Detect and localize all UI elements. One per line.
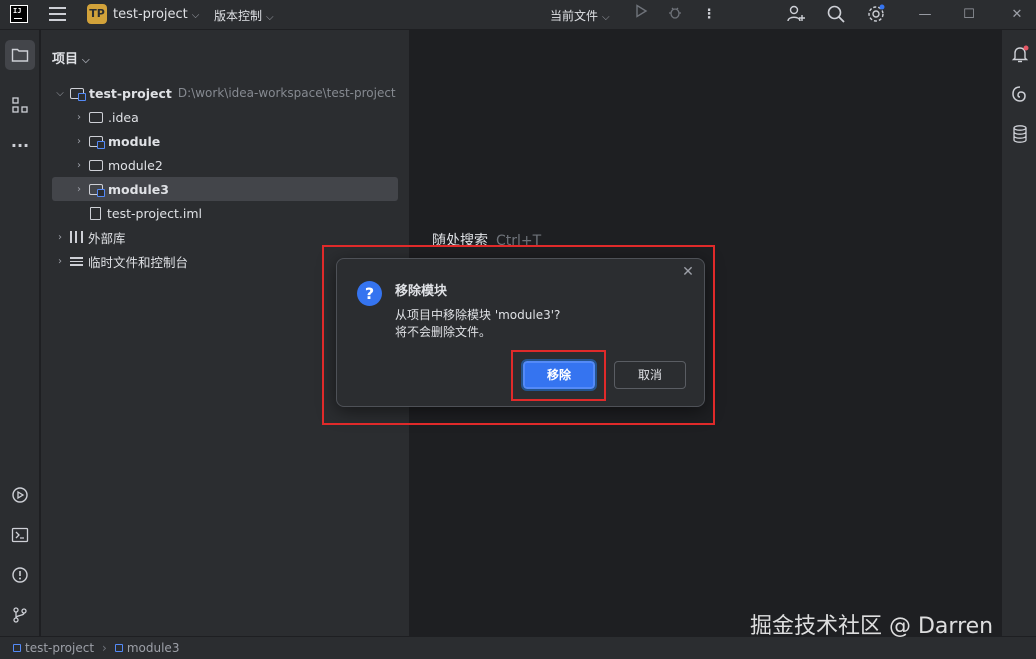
tree-item-scratches[interactable]: › 临时文件和控制台 [53,250,188,272]
chevron-down-icon: ⌵ [266,12,274,23]
panel-title[interactable]: 项目 ⌵ [52,48,90,67]
run-icon[interactable] [630,4,652,26]
structure-icon[interactable] [5,90,35,120]
vcs-menu[interactable]: 版本控制 ⌵ [214,7,274,24]
left-toolbar: ··· [0,30,40,636]
breadcrumb: test-project › module3 [13,641,179,655]
chevron-right-icon: › [102,641,107,655]
watermark: 掘金技术社区 @ Darren [750,614,994,639]
tree-item-module[interactable]: › module [72,130,160,152]
tree-item-label: module [108,133,161,149]
problems-icon[interactable] [5,560,35,590]
terminal-icon[interactable] [5,520,35,550]
add-user-icon[interactable] [785,4,807,26]
hamburger-menu-icon[interactable] [49,7,66,21]
chevron-right-icon[interactable]: › [53,256,67,267]
library-icon [70,231,83,243]
tree-item-external-libs[interactable]: › 外部库 [53,226,126,248]
tree-item-module3[interactable]: › module3 [52,177,398,201]
run-config-select[interactable]: 当前文件 ⌵ [550,7,610,24]
chevron-right-icon[interactable]: › [72,112,86,123]
chevron-down-icon[interactable]: ⌵ [53,88,67,99]
notifications-icon[interactable] [1008,42,1032,66]
chevron-right-icon[interactable]: › [72,136,86,147]
project-badge[interactable]: TP [87,4,107,24]
project-switcher[interactable]: test-project ⌵ [113,7,199,22]
module-folder-icon [89,135,105,149]
chevron-down-icon: ⌵ [191,10,200,21]
chevron-right-icon[interactable]: › [72,184,86,195]
run-config-label: 当前文件 [550,9,599,23]
tree-item-label: 临时文件和控制台 [88,254,189,270]
debug-icon[interactable] [664,4,686,26]
module-icon [13,644,21,652]
tree-item-label: 外部库 [88,230,126,246]
tree-item-module2[interactable]: › module2 [72,154,163,176]
vcs-label: 版本控制 [214,9,263,23]
ai-assistant-icon[interactable] [1008,82,1032,106]
file-icon [90,206,101,220]
module-icon [114,644,123,652]
scratches-icon [70,255,83,267]
chevron-down-icon: ⌵ [602,12,610,23]
annotation-highlight-button [511,350,606,401]
module-folder-icon [70,87,86,101]
module-folder-icon [89,183,105,197]
tree-item-label: test-project [89,85,172,101]
breadcrumb-item[interactable]: test-project [25,641,94,655]
more-tools-icon[interactable]: ··· [5,130,35,160]
project-path: D:\work\idea-workspace\test-project [177,86,396,100]
tree-item-label: module3 [108,181,169,197]
close-icon[interactable]: ✕ [1003,3,1031,27]
settings-icon[interactable] [865,4,887,26]
search-icon[interactable] [825,4,847,26]
tree-item-label: test-project.iml [107,205,202,221]
tree-item-label: module2 [108,157,163,173]
tree-item-idea[interactable]: › .idea [72,106,139,128]
folder-icon [89,159,103,171]
database-icon[interactable] [1008,122,1032,146]
chevron-right-icon[interactable]: › [72,160,86,171]
more-icon[interactable]: ⋮ [698,4,720,26]
git-icon[interactable] [5,600,35,630]
maximize-icon[interactable]: ☐ [955,3,983,27]
folder-icon [89,111,103,123]
chevron-right-icon[interactable]: › [53,232,67,243]
intellij-logo-icon: IJ [10,5,28,23]
panel-title-label: 项目 [52,52,79,67]
tree-item-label: .idea [108,109,139,125]
project-name-label: test-project [113,7,188,22]
right-toolbar [1001,30,1036,636]
tree-root-project[interactable]: ⌵ test-project D:\work\idea-workspace\te… [53,82,396,104]
project-folder-icon[interactable] [5,40,35,70]
tree-item-iml[interactable]: test-project.iml [86,202,202,224]
title-bar: IJ TP test-project ⌵ 版本控制 ⌵ 当前文件 ⌵ ⋮ — ☐ ✕ [0,0,1036,30]
minimize-icon[interactable]: — [911,3,939,27]
services-icon[interactable] [5,480,35,510]
breadcrumb-item[interactable]: module3 [127,641,180,655]
chevron-down-icon: ⌵ [82,55,90,66]
